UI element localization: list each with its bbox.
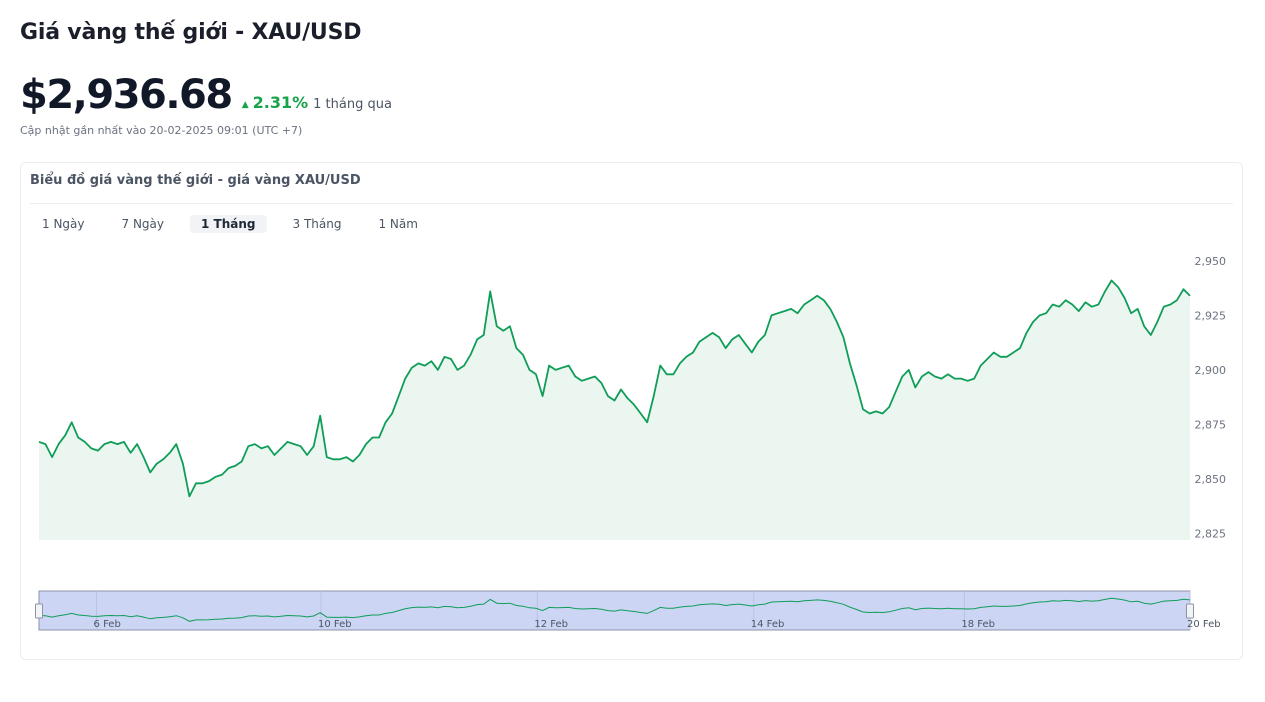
y-tick-label: 2,875 <box>1195 418 1227 431</box>
navigator-left-handle[interactable] <box>35 603 43 619</box>
navigator-right-handle[interactable] <box>1186 603 1194 619</box>
y-tick-label: 2,950 <box>1195 255 1227 268</box>
navigator-tick-label: 12 Feb <box>534 619 568 630</box>
y-tick-label: 2,900 <box>1195 364 1227 377</box>
navigator-tick-label: 6 Feb <box>94 619 121 630</box>
y-tick-label: 2,825 <box>1195 527 1227 540</box>
navigator-tick-label: 18 Feb <box>961 619 995 630</box>
y-axis: 2,825 2,850 2,875 2,900 2,925 2,950 <box>1195 255 1227 541</box>
y-tick-label: 2,925 <box>1195 309 1227 322</box>
price-area <box>39 280 1190 540</box>
navigator-tick-label: 14 Feb <box>751 619 785 630</box>
navigator-tick-label: 20 Feb <box>1187 619 1221 630</box>
price-chart: 2,825 2,850 2,875 2,900 2,925 2,950 6 Fe… <box>35 255 1227 631</box>
y-tick-label: 2,850 <box>1195 473 1227 486</box>
navigator-tick-label: 10 Feb <box>318 619 352 630</box>
navigator-selection[interactable] <box>38 590 1191 631</box>
range-navigator[interactable]: 6 Feb 10 Feb 12 Feb 14 Feb 18 Feb 20 Feb <box>35 590 1221 631</box>
